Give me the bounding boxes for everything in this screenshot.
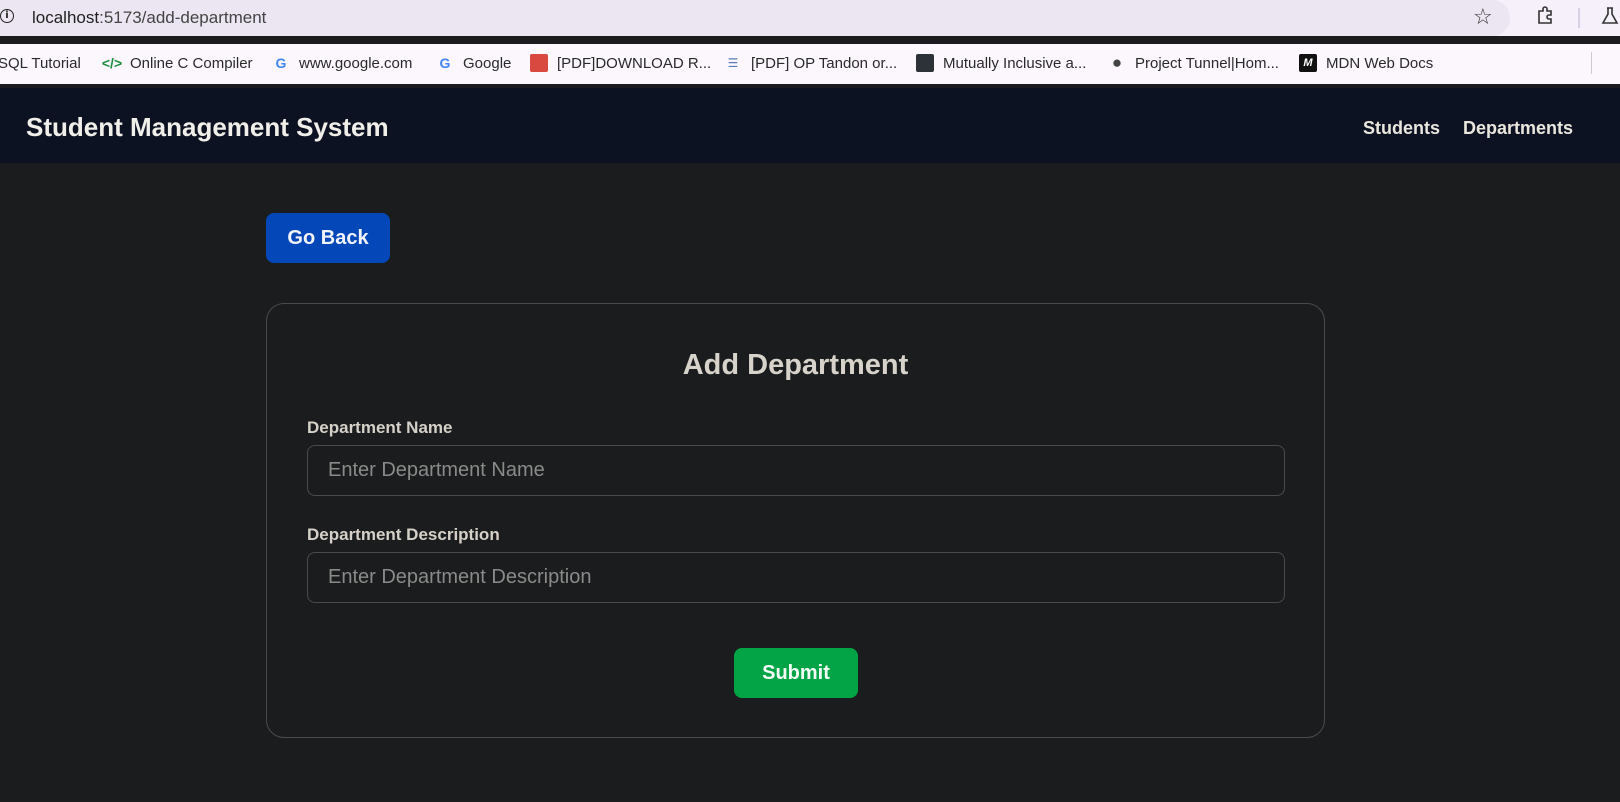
url-path: :5173/add-department <box>99 8 267 27</box>
bookmark-sql-tutorial[interactable]: SQL Tutorial <box>0 52 81 74</box>
bookmark-label: www.google.com <box>299 54 413 72</box>
google-icon: G <box>439 55 451 71</box>
browser-address-bar: i localhost:5173/add-department ☆ <box>0 0 1620 36</box>
bookmark-label: Google <box>463 54 512 72</box>
bookmarks-bar: SQL Tutorial </> Online C Compiler G www… <box>0 44 1620 84</box>
bookmark-label: Project Tunnel|Hom... <box>1135 54 1279 72</box>
google-icon: G <box>275 55 287 71</box>
department-description-label: Department Description <box>307 525 500 544</box>
site-icon <box>916 54 934 72</box>
bookmark-project-tunnel[interactable]: ● Project Tunnel|Hom... <box>1108 52 1279 74</box>
app-navbar: Student Management System Students Depar… <box>0 88 1620 163</box>
globe-icon: ● <box>1111 53 1123 72</box>
department-description-input[interactable] <box>307 552 1285 603</box>
nav-link-departments[interactable]: Departments <box>1463 118 1573 139</box>
form-title: Add Department <box>682 349 909 381</box>
nav-link-students[interactable]: Students <box>1363 118 1440 139</box>
bookmark-label: MDN Web Docs <box>1326 54 1434 72</box>
bookmark-pdf-op-tandon[interactable]: ☰ [PDF] OP Tandon or... <box>724 52 898 74</box>
add-department-form-card: Add Department Department Name Departmen… <box>266 303 1325 738</box>
site-info-icon[interactable]: i <box>0 9 14 23</box>
submit-button[interactable]: Submit <box>734 648 858 698</box>
labs-flask-icon[interactable] <box>1600 6 1620 26</box>
bookmarks-divider <box>1591 52 1592 74</box>
department-name-label: Department Name <box>307 418 453 437</box>
bookmark-label: Online C Compiler <box>130 54 253 72</box>
url-host: localhost <box>32 8 100 27</box>
toolbar-divider <box>1578 8 1580 28</box>
bookmark-google[interactable]: G Google <box>436 52 512 74</box>
bookmark-label: Mutually Inclusive a... <box>943 54 1087 72</box>
brand-title[interactable]: Student Management System <box>26 112 389 143</box>
extensions-icon[interactable] <box>1536 6 1554 24</box>
bookmark-label: SQL Tutorial <box>0 54 81 72</box>
bookmark-mutually-inclusive[interactable]: Mutually Inclusive a... <box>916 52 1086 74</box>
mdn-icon: M <box>1299 54 1317 72</box>
code-icon: </> <box>101 55 123 71</box>
department-name-input[interactable] <box>307 445 1285 496</box>
pdf-icon: ☰ <box>727 56 739 70</box>
bookmark-label: [PDF]DOWNLOAD R... <box>557 54 712 72</box>
bookmark-star-icon[interactable]: ☆ <box>1473 4 1493 30</box>
pdf-icon <box>530 54 548 72</box>
bookmark-pdf-download[interactable]: [PDF]DOWNLOAD R... <box>530 52 711 74</box>
bookmark-www-google-com[interactable]: G www.google.com <box>272 52 413 74</box>
go-back-button[interactable]: Go Back <box>266 213 390 263</box>
bookmark-mdn-web-docs[interactable]: M MDN Web Docs <box>1299 52 1433 74</box>
bookmark-label: [PDF] OP Tandon or... <box>751 54 898 72</box>
bookmark-online-c-compiler[interactable]: </> Online C Compiler <box>101 52 253 74</box>
url-text[interactable]: localhost:5173/add-department <box>32 8 266 28</box>
